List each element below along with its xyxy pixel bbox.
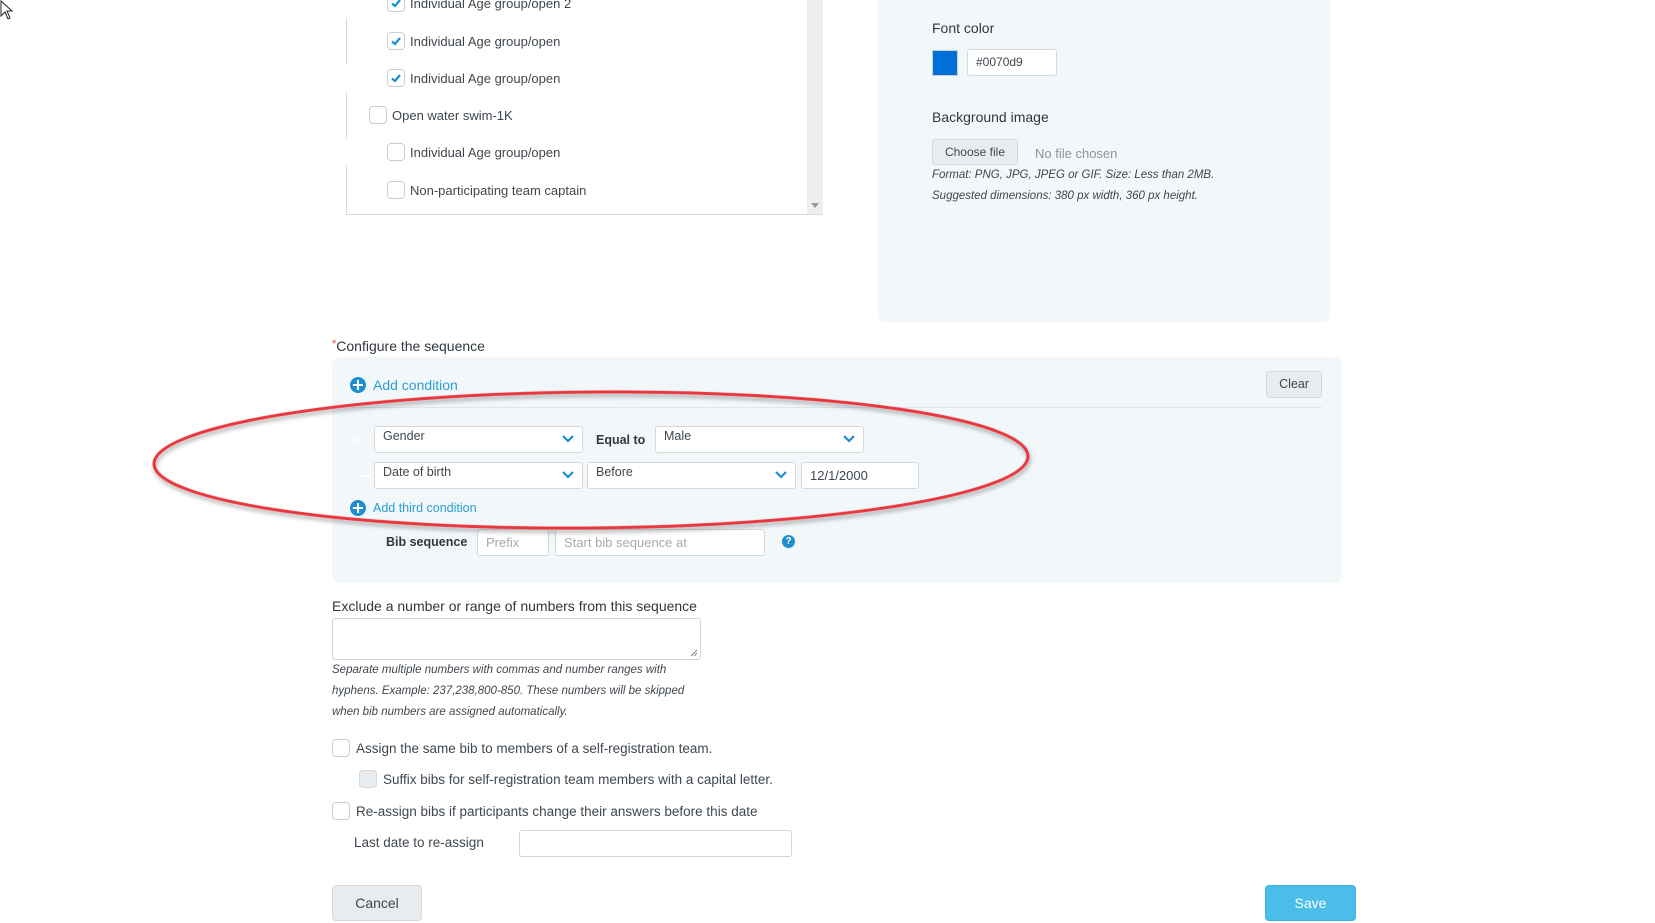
check-icon [391, 37, 401, 46]
helper-line: Separate multiple numbers with commas an… [332, 664, 667, 676]
condition-1-value-select[interactable]: Male [655, 426, 864, 453]
exclude-helper-text: Separate multiple numbers with commas an… [332, 660, 732, 723]
select-value: Gender [383, 429, 425, 443]
add-third-condition-link[interactable]: Add third condition [350, 500, 477, 516]
tree-item-label: Individual Age group/open [410, 144, 561, 160]
suffix-option[interactable]: Suffix bibs for self-registration team m… [359, 770, 773, 788]
helper-line: when bib numbers are assigned automatica… [332, 706, 568, 718]
bib-start-input[interactable]: Start bib sequence at [555, 529, 765, 556]
select-value: Male [664, 429, 692, 443]
tree-item[interactable]: Non-participating team captain [387, 181, 586, 199]
plus-circle-icon [350, 500, 366, 516]
check-icon [391, 74, 401, 83]
checkbox-checked[interactable] [387, 32, 405, 50]
dimensions-hint: Suggested dimensions: 380 px width, 360 … [932, 190, 1198, 202]
checkbox-unchecked[interactable] [369, 106, 387, 124]
reassign-checkbox[interactable] [332, 802, 350, 820]
helper-line: hyphens. Example: 237,238,800-850. These… [332, 685, 685, 697]
same-bib-checkbox[interactable] [332, 739, 350, 757]
tree-item[interactable]: Individual Age group/open [387, 69, 560, 87]
condition-2-operator-select[interactable]: Before [587, 462, 796, 489]
cancel-button[interactable]: Cancel [332, 885, 422, 921]
tree-item[interactable]: Individual Age group/open [387, 143, 560, 161]
chevron-down-icon [562, 471, 574, 479]
bib-sequence-label: Bib sequence [386, 535, 468, 549]
checkbox-unchecked[interactable] [387, 181, 405, 199]
chevron-down-icon [562, 435, 574, 443]
tree-item-label: Individual Age group/open [410, 33, 561, 49]
condition-1-field-select[interactable]: Gender [374, 426, 583, 453]
tree-guide-line [346, 166, 347, 214]
appearance-panel: Font color #0070d9 Background image Choo… [878, 0, 1330, 322]
tree-guide-line [346, 92, 347, 138]
configure-sequence-label: *Configure the sequence [332, 338, 485, 354]
background-image-label: Background image [932, 109, 1049, 125]
save-button[interactable]: Save [1265, 885, 1356, 921]
tree-item-label: Individual Age group/open [410, 70, 561, 86]
registration-type-tree[interactable]: Individual Age group/open 2 Individual A… [346, 0, 823, 215]
font-color-label: Font color [932, 20, 995, 36]
select-value: Date of birth [383, 465, 452, 479]
font-color-hex-input[interactable]: #0070d9 [967, 49, 1057, 76]
reassign-label: Re-assign bibs if participants change th… [356, 803, 758, 819]
reassign-option[interactable]: Re-assign bibs if participants change th… [332, 802, 757, 820]
tree-item[interactable]: Open water swim-1K [369, 106, 513, 124]
tree-item-label: Individual Age group/open 2 [410, 0, 572, 11]
choose-file-button[interactable]: Choose file [932, 139, 1018, 165]
same-bib-option[interactable]: Assign the same bib to members of a self… [332, 739, 712, 757]
equal-to-label: Equal to [596, 433, 646, 447]
chevron-down-icon [775, 471, 787, 479]
mouse-cursor-icon [0, 0, 14, 20]
add-condition-label: Add condition [373, 377, 458, 393]
exclude-label: Exclude a number or range of numbers fro… [332, 598, 697, 614]
checkbox-checked[interactable] [387, 69, 405, 87]
suffix-checkbox[interactable] [359, 770, 377, 788]
add-third-condition-label: Add third condition [373, 501, 477, 515]
tree-item-label: Non-participating team captain [410, 182, 587, 198]
font-color-swatch[interactable] [932, 50, 958, 76]
suffix-label: Suffix bibs for self-registration team m… [383, 771, 773, 787]
scroll-down-arrow-icon[interactable] [811, 203, 819, 208]
condition-2-date-input[interactable]: 12/1/2000 [801, 462, 919, 489]
select-value: Before [596, 465, 633, 479]
chevron-down-icon [843, 435, 855, 443]
no-file-chosen-text: No file chosen [1035, 146, 1118, 161]
configure-sequence-text: Configure the sequence [336, 338, 485, 354]
plus-circle-icon [350, 377, 366, 393]
condition-2-field-select[interactable]: Date of birth [374, 462, 583, 489]
clear-button[interactable]: Clear [1266, 371, 1322, 398]
tree-scrollbar[interactable] [807, 0, 823, 214]
tree-item[interactable]: Individual Age group/open 2 [387, 0, 571, 12]
help-icon[interactable]: ? [782, 535, 795, 548]
tree-guide-line [346, 18, 347, 64]
tree-item[interactable]: Individual Age group/open [387, 32, 560, 50]
sequence-config-panel: Add condition Clear Gender Equal to Male… [332, 357, 1342, 583]
checkbox-unchecked[interactable] [387, 143, 405, 161]
format-hint: Format: PNG, JPG, JPEG or GIF. Size: Les… [932, 169, 1215, 181]
divider [350, 407, 1322, 408]
check-icon [391, 0, 401, 8]
checkbox-checked[interactable] [387, 0, 405, 12]
bib-prefix-input[interactable]: Prefix [477, 529, 549, 556]
add-condition-link[interactable]: Add condition [350, 377, 458, 393]
last-date-input[interactable] [519, 830, 792, 857]
last-date-label: Last date to re-assign [354, 835, 484, 850]
exclude-numbers-textarea[interactable] [332, 618, 701, 660]
tree-item-label: Open water swim-1K [392, 107, 513, 123]
same-bib-label: Assign the same bib to members of a self… [356, 740, 713, 756]
resize-grip-icon[interactable] [690, 649, 698, 657]
